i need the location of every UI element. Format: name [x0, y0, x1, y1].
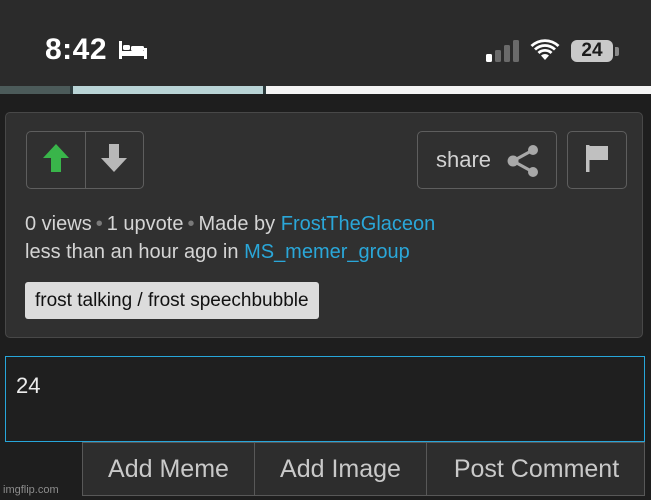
- add-image-button[interactable]: Add Image: [254, 443, 426, 495]
- post-comment-button[interactable]: Post Comment: [426, 443, 646, 495]
- wifi-icon: [530, 38, 560, 67]
- upvote-button[interactable]: [27, 132, 85, 188]
- clock-time: 8:42: [45, 33, 108, 66]
- comment-actions: Add Meme Add Image Post Comment: [82, 442, 645, 496]
- cellular-signal-icon: [486, 40, 520, 67]
- share-button[interactable]: share: [417, 131, 557, 189]
- share-label: share: [436, 147, 492, 172]
- meme-image-fragment-inner: [70, 86, 266, 94]
- upvote-count: 1 upvote: [106, 213, 184, 235]
- arrow-down-icon: [100, 143, 128, 178]
- separator-dot: •: [95, 213, 103, 235]
- share-icon: [506, 145, 540, 182]
- separator-dot: •: [187, 213, 195, 235]
- view-count: 0 views: [25, 213, 92, 235]
- vote-buttons: [26, 131, 144, 189]
- flag-button[interactable]: [567, 131, 627, 189]
- post-origin: less than an hour ago in MS_memer_group: [25, 241, 410, 264]
- author-link[interactable]: FrostTheGlaceon: [281, 213, 436, 235]
- battery-nub: [615, 47, 619, 56]
- group-link[interactable]: MS_memer_group: [244, 241, 410, 263]
- watermark: imgflip.com: [3, 484, 59, 496]
- flag-icon: [584, 143, 610, 178]
- status-bar: 8:42 24: [0, 0, 651, 86]
- downvote-button[interactable]: [84, 132, 144, 188]
- comment-input[interactable]: 24: [5, 356, 645, 442]
- posted-time: less than an hour ago in: [25, 241, 239, 263]
- add-meme-button[interactable]: Add Meme: [83, 443, 254, 495]
- arrow-up-icon: [42, 143, 70, 178]
- battery-level: 24: [571, 40, 613, 62]
- made-by-label: Made by: [198, 213, 276, 235]
- template-tag[interactable]: frost talking / frost speechbubble: [25, 282, 319, 319]
- post-stats: 0 views • 1 upvote • Made by FrostTheGlaceon: [25, 213, 435, 236]
- comment-input-value: 24: [16, 373, 41, 398]
- post-info-card: share 0 views • 1 upvote • Made by FrostTheG…: [5, 112, 643, 338]
- bed-icon: [118, 40, 148, 65]
